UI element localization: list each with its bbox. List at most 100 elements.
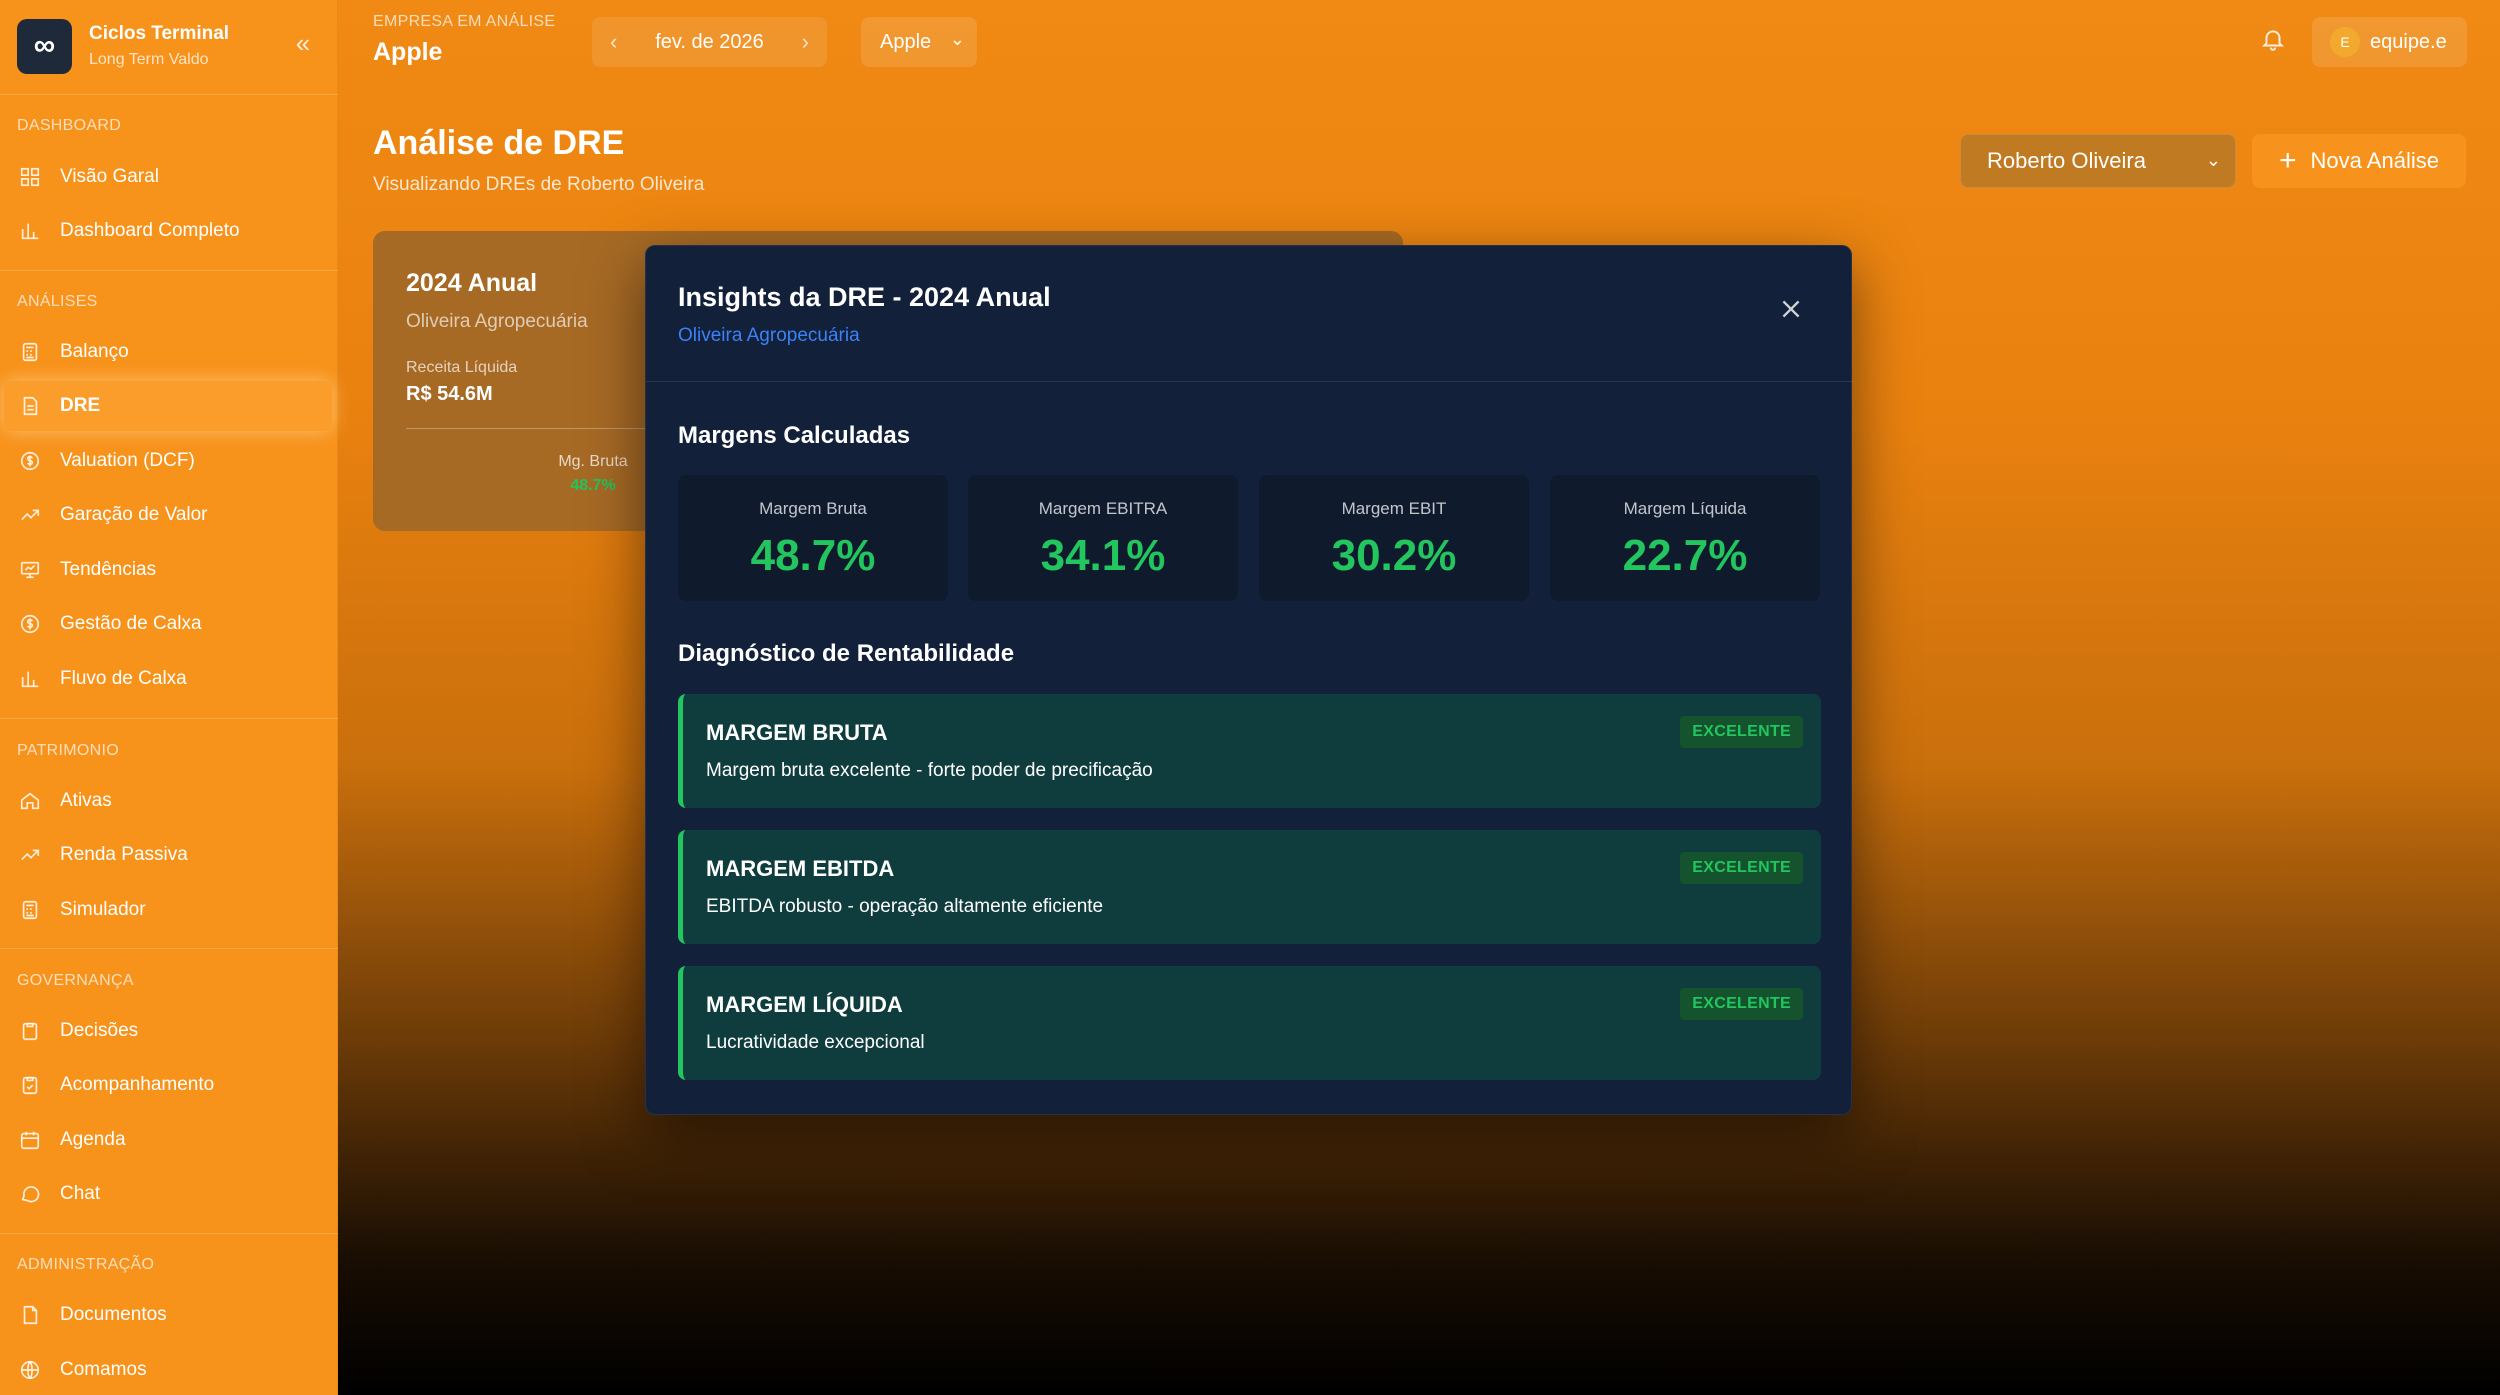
status-badge: EXCELENTE — [1680, 716, 1803, 748]
brand-subtitle: Long Term Valdo — [89, 51, 209, 68]
section-label-patrimonio: PATRIMONIO — [17, 742, 119, 759]
sidebar-item-fluxo-caixa[interactable]: Fluvo de Calxa — [4, 654, 332, 704]
revenue-value: R$ 54.6M — [406, 383, 493, 405]
infinity-logo-icon: ∞ — [17, 18, 72, 74]
sidebar-item-label: DRE — [60, 395, 101, 416]
metric-value: 48.7% — [750, 531, 876, 580]
insights-modal: Insights da DRE - 2024 Anual Oliveira Ag… — [645, 245, 1853, 1115]
user-name: equipe.e — [2370, 30, 2447, 53]
sidebar-item-dashboard-completo[interactable]: Dashboard Completo — [4, 206, 332, 256]
month-selector[interactable]: ‹ fev. de 2026 › — [592, 17, 827, 67]
file-icon — [18, 394, 42, 418]
sidebar-item-label: Renda Passiva — [60, 844, 188, 865]
sidebar-item-label: Acompanhamento — [60, 1074, 215, 1095]
sidebar-item-decisoes[interactable]: Decisões — [4, 1006, 332, 1056]
metric-card: Margem Bruta 48.7% — [678, 475, 948, 601]
margins-heading: Margens Calculadas — [678, 422, 911, 449]
dollar-circle-icon — [18, 612, 42, 636]
sidebar-item-comandos[interactable]: Comamos — [4, 1345, 332, 1395]
sidebar-item-label: Valuation (DCF) — [60, 450, 195, 471]
sidebar-item-agenda[interactable]: Agenda — [4, 1115, 332, 1165]
sidebar-item-gestao-caixa[interactable]: Gestão de Calxa — [4, 599, 332, 649]
plus-icon: + — [2279, 144, 2297, 177]
bell-icon[interactable] — [2260, 26, 2290, 56]
metric-label: Margem Líquida — [1623, 499, 1747, 518]
user-menu[interactable]: E equipe.e — [2312, 17, 2467, 67]
sidebar-item-label: Chat — [60, 1183, 101, 1204]
metric-value: 30.2% — [1331, 531, 1457, 580]
metric-card: Margem EBIT 30.2% — [1259, 475, 1529, 601]
metric-card: Margem EBITRA 34.1% — [968, 475, 1238, 601]
card-title: 2024 Anual — [406, 269, 538, 297]
grid-icon — [18, 165, 42, 189]
sidebar-item-documentos[interactable]: Documentos — [4, 1290, 332, 1340]
calculator-icon — [18, 898, 42, 922]
card-company: Oliveira Agropecuária — [406, 311, 588, 332]
sidebar-item-visao-geral[interactable]: Visão Garal — [4, 152, 332, 202]
new-analysis-label: Nova Análise — [2310, 148, 2439, 173]
clipboard-icon — [18, 1019, 42, 1043]
sidebar-item-geracao-valor[interactable]: Garação de Valor — [4, 490, 332, 540]
divider — [0, 948, 338, 949]
section-label-governanca: GOVERNANÇA — [17, 972, 134, 989]
section-label-administracao: ADMINISTRAÇÃO — [17, 1256, 155, 1273]
sidebar-item-tendencias[interactable]: Tendências — [4, 545, 332, 595]
globe-icon — [18, 1358, 42, 1382]
dollar-circle-icon — [18, 449, 42, 473]
collapse-sidebar-icon[interactable]: « — [288, 28, 318, 58]
company-select[interactable]: Apple ⌄ — [861, 17, 977, 67]
diagnostic-description: Margem bruta excelente - forte poder de … — [706, 760, 1153, 781]
sidebar-item-ativos[interactable]: Ativas — [4, 776, 332, 826]
divider — [406, 428, 666, 429]
month-label: fev. de 2026 — [655, 30, 764, 53]
diagnostic-heading: Diagnóstico de Rentabilidade — [678, 640, 1015, 667]
sidebar-item-balanco[interactable]: Balanço — [4, 327, 332, 377]
page-title: Análise de DRE — [373, 124, 625, 162]
diagnostic-title: MARGEM LÍQUIDA — [706, 992, 903, 1017]
user-select[interactable]: Roberto Oliveira ⌄ — [1960, 134, 2236, 188]
sidebar-item-acompanhamento[interactable]: Acompanhamento — [4, 1060, 332, 1110]
diagnostic-description: Lucratividade excepcional — [706, 1032, 925, 1053]
sidebar-item-label: Decisões — [60, 1020, 139, 1041]
sidebar-item-label: Garação de Valor — [60, 504, 208, 525]
section-label-dashboard: DASHBOARD — [17, 117, 122, 134]
chevron-down-icon: ⌄ — [949, 29, 965, 49]
new-analysis-button[interactable]: + Nova Análise — [2252, 134, 2466, 188]
sidebar-item-label: Agenda — [60, 1129, 126, 1150]
divider — [0, 270, 338, 271]
sidebar-item-dre[interactable]: DRE — [4, 381, 332, 431]
diagnostic-title: MARGEM BRUTA — [706, 720, 888, 745]
presentation-icon — [18, 558, 42, 582]
sidebar-item-label: Gestão de Calxa — [60, 613, 202, 634]
divider — [0, 1233, 338, 1234]
chat-icon — [18, 1182, 42, 1206]
home-icon — [18, 789, 42, 813]
metric-card: Margem Líquida 22.7% — [1550, 475, 1820, 601]
trending-up-icon — [18, 503, 42, 527]
document-icon — [18, 1303, 42, 1327]
diagnostic-item: MARGEM LÍQUIDA Lucratividade excepcional… — [678, 966, 1821, 1080]
bar-chart-icon — [18, 667, 42, 691]
sidebar-item-renda-passiva[interactable]: Renda Passiva — [4, 830, 332, 880]
close-icon[interactable] — [1778, 296, 1808, 326]
diagnostic-description: EBITDA robusto - operação altamente efic… — [706, 896, 1104, 917]
sidebar-item-valuation[interactable]: Valuation (DCF) — [4, 436, 332, 486]
sidebar-item-simulador[interactable]: Simulador — [4, 885, 332, 935]
sidebar-item-label: Documentos — [60, 1304, 167, 1325]
page-subtitle: Visualizando DREs de Roberto Oliveira — [373, 174, 705, 195]
sidebar-item-chat[interactable]: Chat — [4, 1169, 332, 1219]
divider — [0, 718, 338, 719]
chevron-left-icon[interactable]: ‹ — [610, 29, 617, 55]
modal-title: Insights da DRE - 2024 Anual — [678, 282, 1051, 312]
calculator-icon — [18, 340, 42, 364]
sidebar-item-label: Ativas — [60, 790, 112, 811]
sidebar-item-label: Comamos — [60, 1359, 147, 1380]
metric-label: Margem EBITRA — [1038, 499, 1168, 518]
chevron-right-icon[interactable]: › — [802, 29, 809, 55]
sidebar-item-label: Visão Garal — [60, 166, 159, 187]
brand[interactable]: ∞ Ciclos Terminal Long Term Valdo — [17, 17, 229, 75]
modal-subtitle: Oliveira Agropecuária — [678, 325, 860, 346]
trending-up-icon — [18, 843, 42, 867]
status-badge: EXCELENTE — [1680, 852, 1803, 884]
divider — [646, 381, 1853, 382]
